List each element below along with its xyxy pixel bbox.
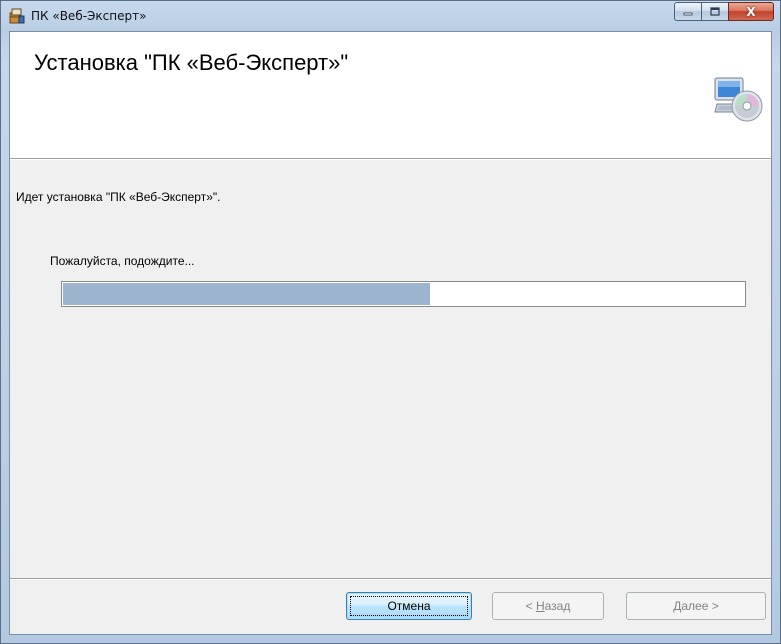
install-progress-bar <box>61 281 746 307</box>
install-status-text: Идет установка "ПК «Веб-Эксперт»". <box>16 190 221 204</box>
installer-app-icon <box>9 8 25 24</box>
close-icon: X <box>746 4 756 19</box>
maximize-icon <box>710 7 720 16</box>
progress-fill <box>63 283 430 305</box>
minimize-button[interactable] <box>674 2 701 21</box>
back-button[interactable]: < Назад <box>492 592 604 620</box>
next-button[interactable]: Далее > <box>626 592 766 620</box>
caption-buttons: X <box>674 2 774 22</box>
title-bar[interactable]: ПК «Веб-Эксперт» X <box>1 1 780 31</box>
page-title: Установка "ПК «Веб-Эксперт»" <box>34 50 349 75</box>
cancel-button[interactable]: Отмена <box>346 592 472 620</box>
back-button-label: < Назад <box>525 599 571 613</box>
focus-indicator <box>350 596 468 616</box>
close-button[interactable]: X <box>728 2 774 21</box>
minimize-icon <box>683 12 693 15</box>
installer-window: ПК «Веб-Эксперт» X Установка "ПК «Веб-Эк… <box>0 0 781 644</box>
maximize-button[interactable] <box>701 2 728 21</box>
wait-label: Пожалуйста, подождите... <box>50 254 195 268</box>
footer-divider <box>10 578 771 580</box>
computer-cd-setup-icon <box>714 77 763 122</box>
window-title: ПК «Веб-Эксперт» <box>31 9 147 23</box>
header-banner: Установка "ПК «Веб-Эксперт»" <box>10 32 771 160</box>
next-button-label: Далее > <box>673 599 719 613</box>
dialog-client-area: Установка "ПК «Веб-Эксперт»" Идет устано… <box>9 31 772 635</box>
